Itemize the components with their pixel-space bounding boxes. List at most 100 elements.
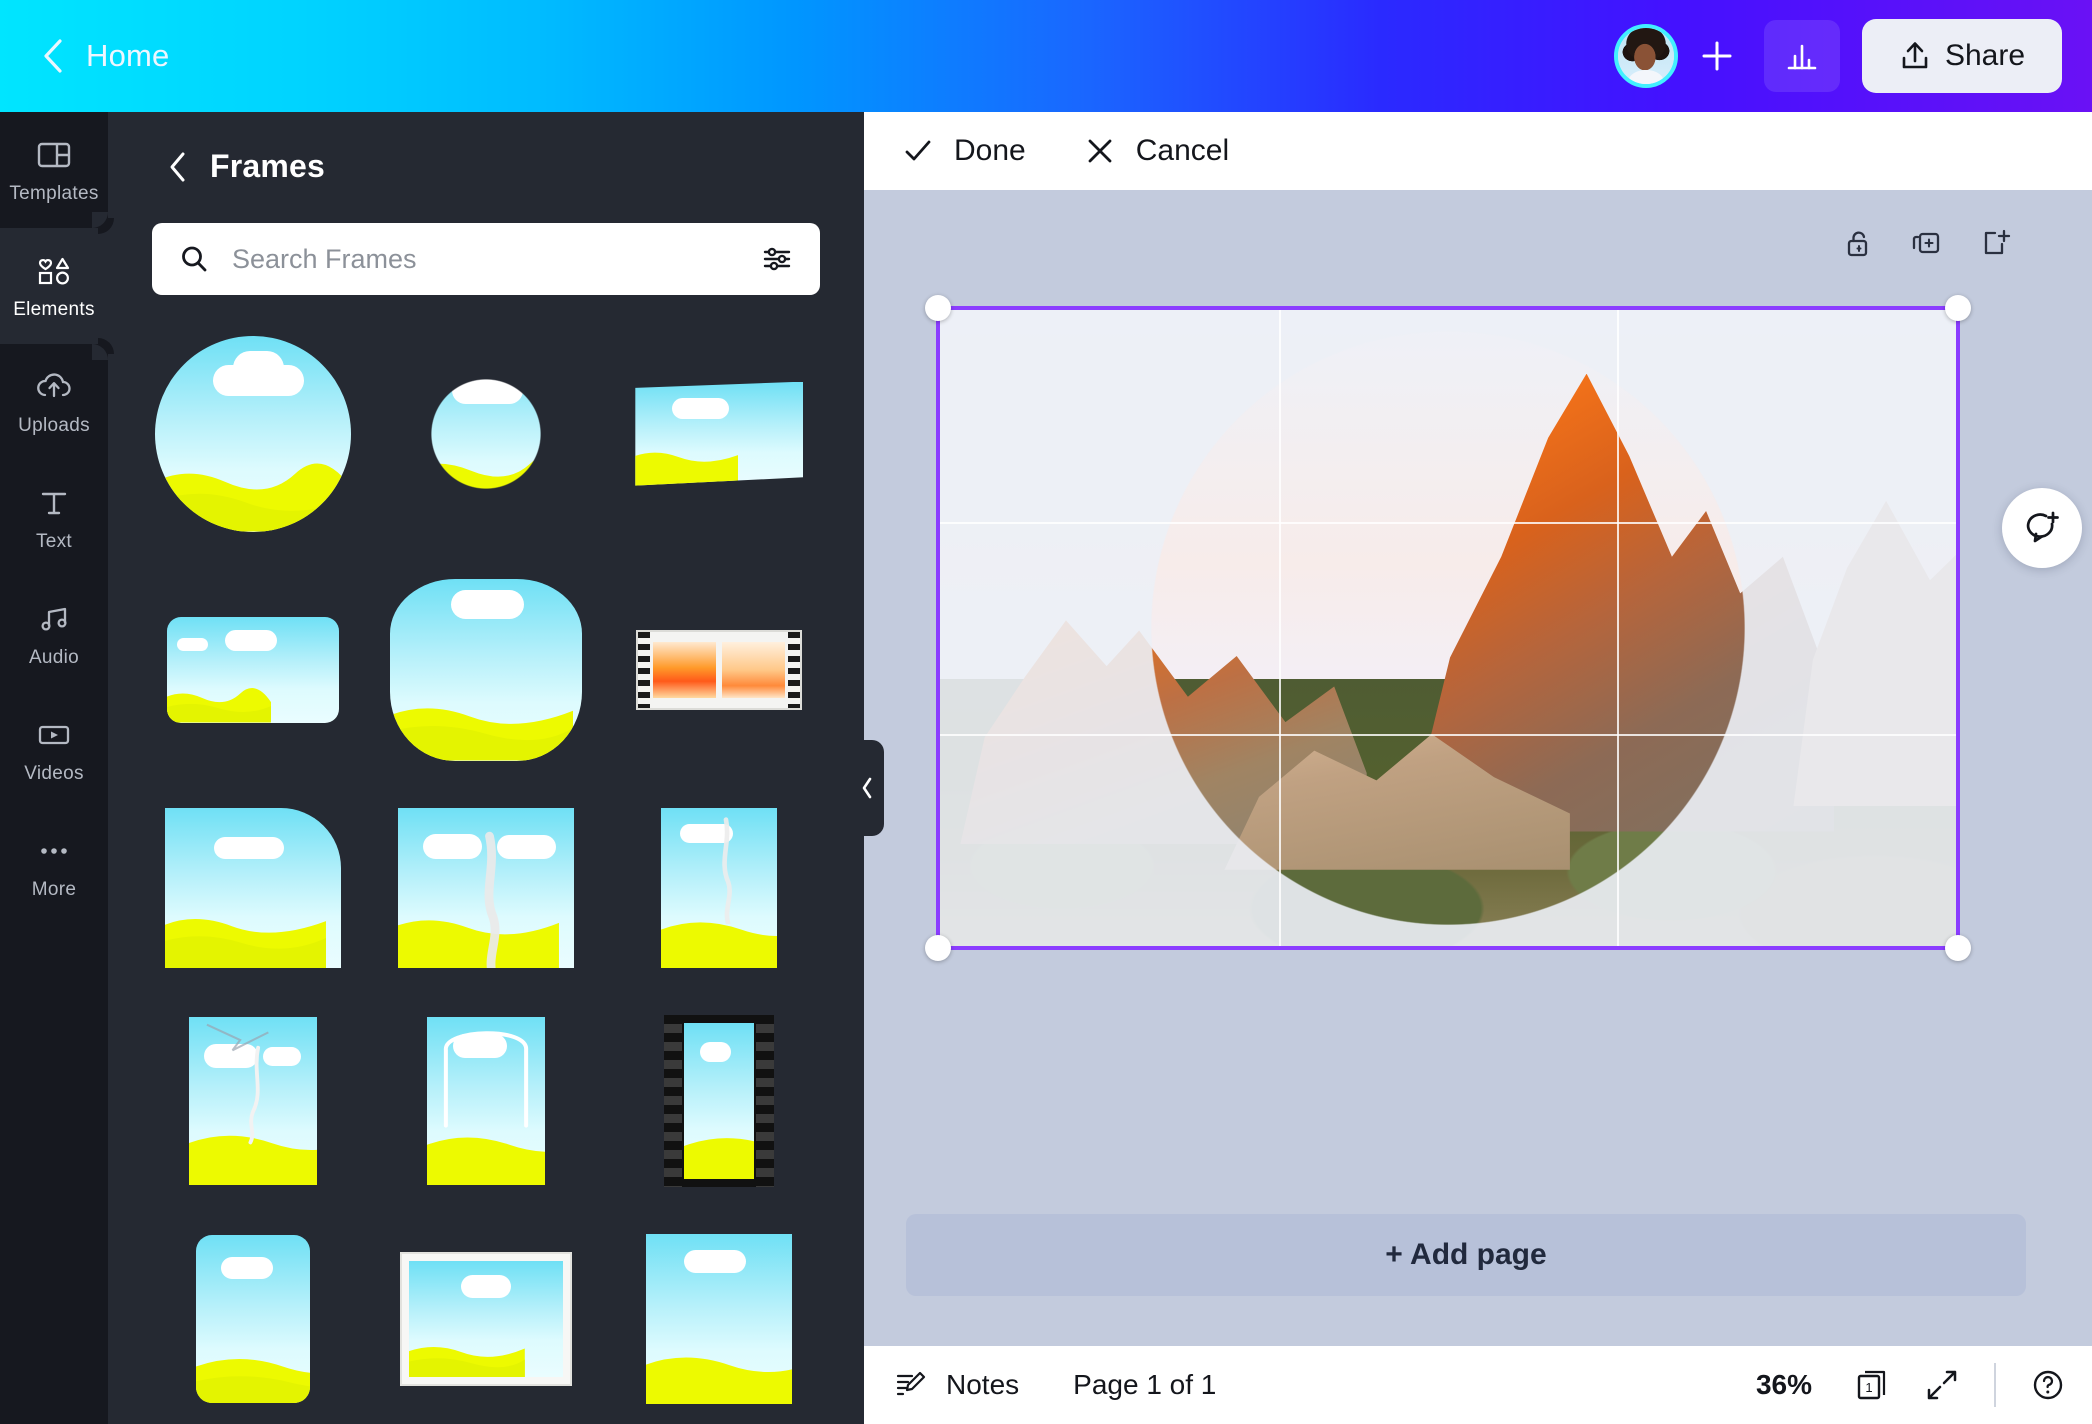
done-label: Done — [954, 134, 1026, 167]
avatar-image — [1618, 28, 1674, 84]
frame-art-cloud — [225, 629, 277, 651]
sidebar-item-text[interactable]: Text — [0, 460, 108, 576]
sidebar-item-more[interactable]: More — [0, 808, 108, 924]
resize-handle-top-right[interactable] — [1945, 295, 1971, 321]
cancel-button[interactable]: Cancel — [1084, 134, 1229, 168]
search-bar[interactable] — [152, 223, 820, 295]
frame-art-cloud — [213, 836, 285, 860]
add-page-label: + Add page — [1385, 1238, 1547, 1271]
frame-thumb-filmstrip[interactable] — [636, 629, 803, 710]
filmstrip-sprockets — [788, 631, 801, 708]
search-input[interactable] — [232, 243, 738, 275]
top-bar-right: Share — [1614, 19, 2092, 93]
filmstrip-frame — [722, 641, 786, 698]
sidebar-label: Uploads — [18, 414, 90, 436]
pages-icon[interactable]: 1 — [1854, 1367, 1890, 1403]
expand-icon[interactable] — [1924, 1367, 1960, 1403]
sidebar-label: More — [31, 878, 77, 900]
home-label[interactable]: Home — [86, 38, 170, 74]
left-rail: Templates Elements Uploads Text Audio Vi… — [0, 112, 108, 1424]
frame-thumb-scallop[interactable] — [407, 355, 564, 512]
frame-art-cloud — [672, 398, 730, 420]
notes-button[interactable]: Notes — [894, 1368, 1019, 1402]
frame-thumb-circle[interactable] — [154, 335, 351, 532]
crop-toolbar: Done Cancel — [864, 112, 2092, 190]
lightning-overlay — [206, 1023, 269, 1145]
frame-thumb-cornercut[interactable] — [164, 807, 341, 968]
close-icon — [1088, 139, 1112, 163]
share-button[interactable]: Share — [1862, 19, 2062, 93]
filmstrip-frame — [653, 641, 717, 698]
frame-art-cloud — [233, 351, 284, 385]
frames-grid — [108, 325, 864, 1424]
sidebar-label: Videos — [24, 762, 84, 784]
frame-thumb-skew[interactable] — [635, 381, 804, 486]
resize-handle-top-left[interactable] — [925, 295, 951, 321]
done-button[interactable]: Done — [902, 134, 1026, 168]
text-icon — [35, 484, 73, 522]
sidebar-item-audio[interactable]: Audio — [0, 576, 108, 692]
add-page-icon[interactable] — [1978, 226, 2012, 260]
filter-sliders-icon[interactable] — [760, 242, 794, 276]
avatar[interactable] — [1614, 24, 1678, 88]
chevron-left-icon[interactable] — [166, 151, 188, 183]
add-page-button[interactable]: + Add page — [906, 1214, 2026, 1296]
frame-thumb-polaroid[interactable] — [399, 1252, 572, 1387]
frame-thumb-filmtall[interactable] — [664, 1015, 775, 1188]
filmstrip-sprockets — [664, 1015, 683, 1188]
resize-handle-bottom-left[interactable] — [925, 935, 951, 961]
circle-frame-mask — [940, 310, 1956, 946]
selected-frame[interactable] — [925, 295, 1971, 961]
insights-button[interactable] — [1764, 20, 1840, 92]
templates-icon — [35, 136, 73, 174]
sidebar-item-templates[interactable]: Templates — [0, 112, 108, 228]
outline-overlay — [443, 1031, 529, 1128]
help-icon[interactable] — [2030, 1367, 2066, 1403]
videos-icon — [35, 716, 73, 754]
filmstrip-sprockets — [638, 631, 651, 708]
frame-art-cloud — [451, 377, 524, 404]
add-comment-button[interactable] — [2002, 488, 2082, 568]
check-icon — [905, 140, 931, 161]
frame-thumb-brush[interactable] — [397, 807, 574, 968]
upload-icon — [1899, 40, 1931, 72]
audio-icon — [35, 600, 73, 638]
frame-art-hills — [646, 1357, 793, 1405]
frame-art-hills — [195, 1358, 310, 1404]
frame-thumb-roundtall[interactable] — [195, 1235, 310, 1404]
page-indicator: Page 1 of 1 — [1073, 1369, 1217, 1400]
sidebar-item-elements[interactable]: Elements — [0, 212, 108, 360]
brush-stroke-overlay — [484, 831, 500, 968]
sidebar-label: Text — [35, 530, 73, 552]
frame-art-cloud — [451, 589, 525, 619]
top-bar-left: Home — [0, 37, 170, 75]
sidebar-label: Audio — [28, 646, 80, 668]
sidebar-item-videos[interactable]: Videos — [0, 692, 108, 808]
canvas-area: + Add page — [864, 190, 2092, 1424]
unlock-icon[interactable] — [1842, 226, 1876, 260]
frame-thumb-squircle[interactable] — [389, 578, 582, 761]
add-member-button[interactable] — [1678, 20, 1756, 92]
brush-stroke-overlay — [722, 817, 733, 924]
frame-thumb-tallrect[interactable] — [661, 807, 778, 968]
frame-art-cloud — [684, 1249, 746, 1274]
zoom-level[interactable]: 36% — [1756, 1369, 1812, 1401]
frame-thumb-roundrect[interactable] — [166, 616, 339, 723]
svg-text:1: 1 — [1865, 1380, 1872, 1395]
frame-thumb-lightning[interactable] — [188, 1017, 317, 1186]
sidebar-item-uploads[interactable]: Uploads — [0, 344, 108, 460]
frame-thumb-outlinetall[interactable] — [426, 1017, 545, 1186]
frame-art-cloud — [461, 1275, 511, 1299]
frame-art-hills — [684, 1137, 755, 1180]
frame-art-cloud — [699, 1041, 731, 1063]
bottom-bar-left: Notes Page 1 of 1 — [864, 1368, 1216, 1402]
chevron-left-icon[interactable] — [40, 37, 66, 75]
polaroid-inner — [408, 1261, 563, 1378]
frame-thumb-portrait[interactable] — [646, 1234, 793, 1405]
resize-handle-bottom-right[interactable] — [1945, 935, 1971, 961]
uploads-icon — [35, 368, 73, 406]
frame-art-cloud — [176, 637, 208, 651]
chevron-left-icon — [862, 777, 872, 799]
duplicate-page-icon[interactable] — [1910, 226, 1944, 260]
panel-collapse-button[interactable] — [850, 740, 884, 836]
